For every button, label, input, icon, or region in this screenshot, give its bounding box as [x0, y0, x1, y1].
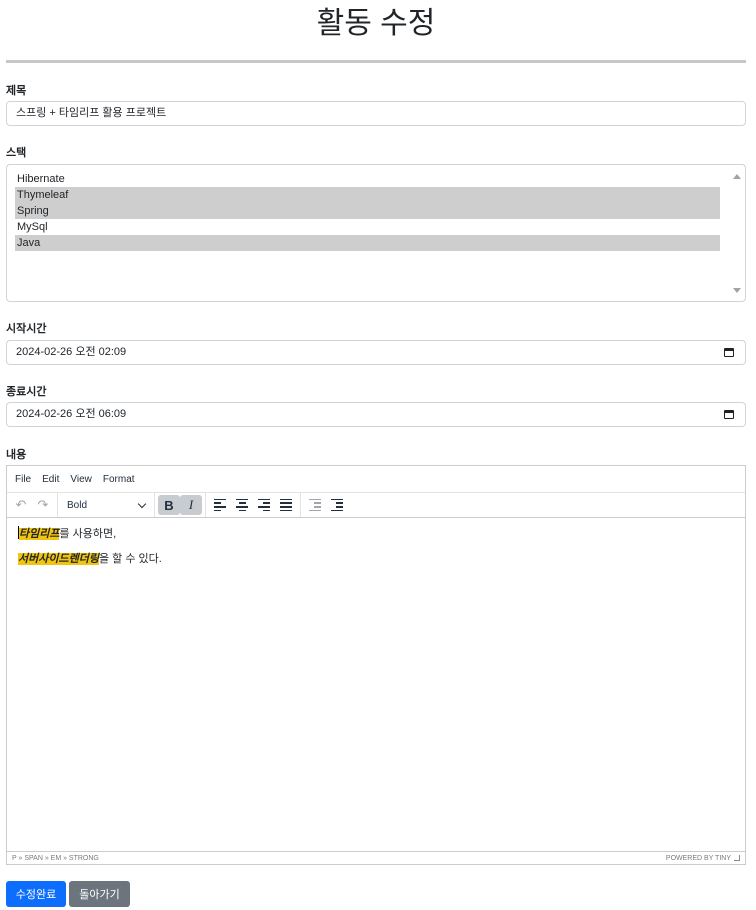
stack-option-mysql[interactable]: MySql	[15, 219, 720, 235]
indent-icon[interactable]	[326, 495, 348, 515]
indent-group	[301, 493, 351, 517]
italic-icon[interactable]: I	[180, 495, 202, 515]
highlight-text: 타임리프	[19, 528, 60, 540]
format-group: B I	[155, 493, 206, 517]
menu-edit[interactable]: Edit	[42, 474, 59, 485]
end-time-label: 종료시간	[6, 386, 47, 398]
align-center-icon[interactable]	[231, 495, 253, 515]
undo-icon[interactable]: ↶	[10, 495, 32, 515]
editor-statusbar: P » SPAN » EM » STRONG POWERED BY TINY	[7, 851, 745, 864]
calendar-icon[interactable]	[724, 348, 734, 357]
body-text: 를 사용하면,	[59, 528, 117, 540]
editor-content[interactable]: 타임리프를 사용하면, 서버사이드렌더링을 할 수 있다.	[7, 518, 745, 585]
start-time-label: 시작시간	[6, 323, 47, 335]
editor-toolbar: ↶ ↷ Bold B I	[7, 492, 745, 518]
submit-button[interactable]: 수정완료	[6, 881, 66, 907]
align-left-icon[interactable]	[209, 495, 231, 515]
content-label: 내용	[6, 449, 27, 461]
end-time-input[interactable]: 2024-02-26 오전 06:09	[6, 402, 746, 427]
chevron-down-icon	[137, 499, 147, 508]
page-title: 활동 수정	[316, 7, 436, 40]
block-format-value: Bold	[67, 499, 88, 511]
redo-icon[interactable]: ↷	[32, 495, 54, 515]
block-format-select[interactable]: Bold	[61, 495, 151, 515]
end-time-value: 2024-02-26 오전 06:09	[16, 408, 127, 420]
stack-option-thymeleaf[interactable]: Thymeleaf	[15, 187, 720, 203]
activity-edit-page: 활동 수정 제목 스프링 + 타임리프 활용 프로젝트 스택 Hibernate…	[0, 0, 756, 910]
content-line-2: 서버사이드렌더링을 할 수 있다.	[18, 552, 734, 567]
stack-option-java[interactable]: Java	[15, 235, 720, 251]
start-time-value: 2024-02-26 오전 02:09	[16, 346, 127, 358]
menu-file[interactable]: File	[15, 474, 31, 485]
start-time-input[interactable]: 2024-02-26 오전 02:09	[6, 340, 746, 365]
body-text: 을 할 수 있다.	[98, 553, 162, 565]
history-group: ↶ ↷	[7, 493, 58, 517]
block-format-group: Bold	[58, 493, 155, 517]
resize-handle-icon[interactable]	[734, 855, 740, 861]
powered-by-link[interactable]: POWERED BY TINY	[666, 855, 731, 862]
content-line-1: 타임리프를 사용하면,	[18, 526, 734, 542]
stack-option-hibernate[interactable]: Hibernate	[15, 171, 720, 187]
rich-text-editor: File Edit View Format ↶ ↷ Bold B I 타임리프를…	[6, 465, 746, 865]
scroll-down-arrow-icon[interactable]	[733, 288, 741, 293]
stack-label: 스택	[6, 147, 27, 159]
stack-option-spring[interactable]: Spring	[15, 203, 720, 219]
element-path[interactable]: P » SPAN » EM » STRONG	[12, 855, 99, 862]
align-group	[206, 493, 301, 517]
back-button[interactable]: 돌아가기	[69, 881, 130, 907]
scroll-up-arrow-icon[interactable]	[733, 174, 741, 179]
calendar-icon[interactable]	[724, 410, 734, 419]
stack-scrollbar[interactable]	[729, 165, 745, 301]
highlight-text: 서버사이드렌더링	[18, 553, 99, 565]
stack-multiselect[interactable]: Hibernate Thymeleaf Spring MySql Java	[6, 164, 746, 302]
menu-format[interactable]: Format	[103, 474, 135, 485]
branding-wrap: POWERED BY TINY	[666, 855, 740, 862]
title-input[interactable]: 스프링 + 타임리프 활용 프로젝트	[6, 101, 746, 126]
title-label: 제목	[6, 85, 27, 97]
editor-menubar: File Edit View Format	[7, 466, 745, 492]
align-justify-icon[interactable]	[275, 495, 297, 515]
bold-icon[interactable]: B	[158, 495, 180, 515]
title-divider	[6, 60, 746, 63]
outdent-icon[interactable]	[304, 495, 326, 515]
menu-view[interactable]: View	[70, 474, 92, 485]
align-right-icon[interactable]	[253, 495, 275, 515]
